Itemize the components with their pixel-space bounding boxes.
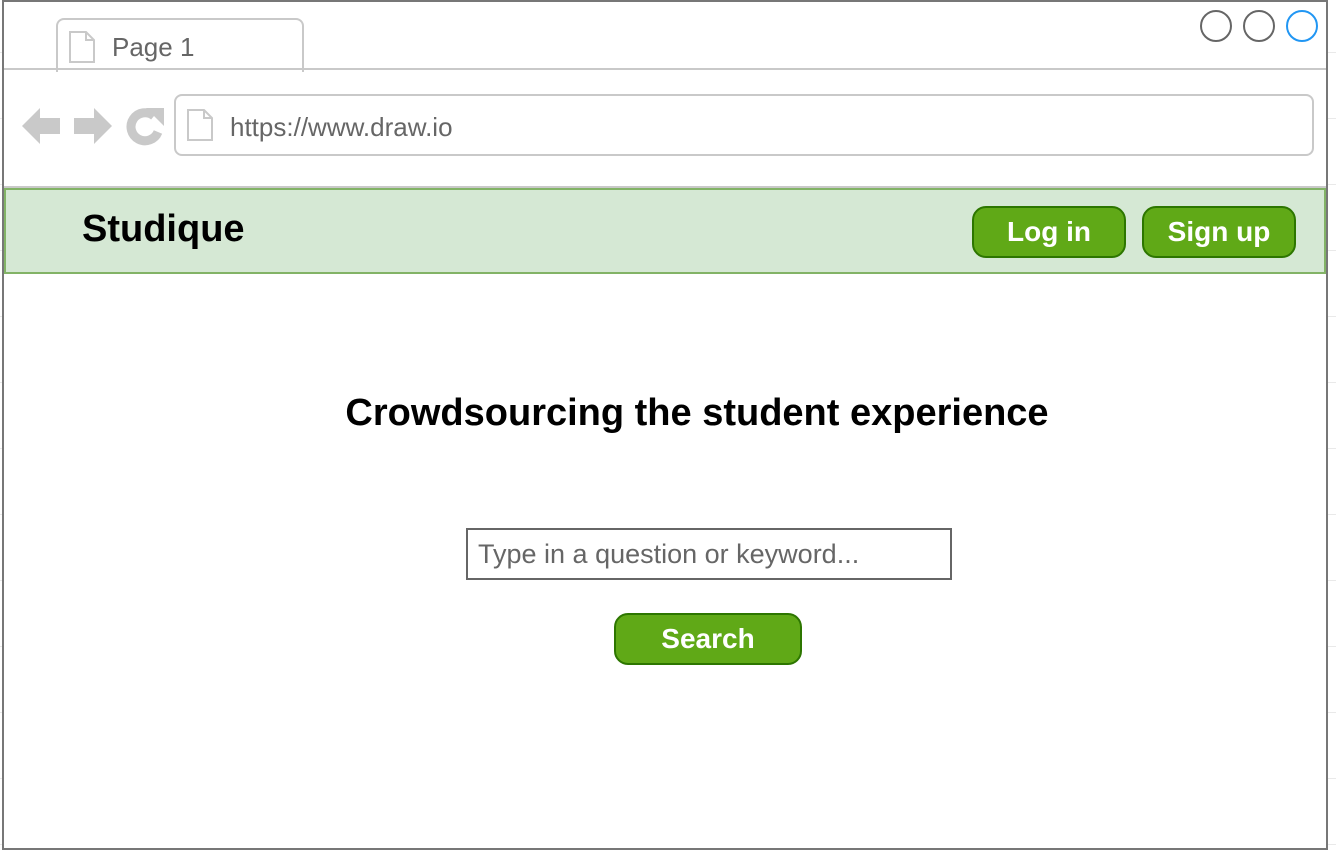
page-icon: [68, 30, 96, 69]
window-button-3[interactable]: [1286, 10, 1318, 42]
forward-arrow-icon[interactable]: [72, 104, 112, 153]
browser-window: Page 1 https://www.draw.io Studique Log …: [2, 0, 1328, 850]
window-button-2[interactable]: [1243, 10, 1275, 42]
page-headline: Crowdsourcing the student experience: [345, 392, 1049, 434]
address-bar[interactable]: https://www.draw.io: [174, 94, 1314, 156]
search-input[interactable]: [466, 528, 952, 580]
signup-button[interactable]: Sign up: [1142, 206, 1296, 258]
window-button-1[interactable]: [1200, 10, 1232, 42]
brand-name: Studique: [82, 208, 245, 250]
page-icon: [186, 108, 214, 147]
tab-page-1[interactable]: Page 1: [56, 18, 304, 72]
url-text: https://www.draw.io: [230, 112, 453, 142]
tab-label: Page 1: [112, 32, 195, 62]
app-header: Studique Log in Sign up: [4, 188, 1326, 274]
tabbar-divider: [4, 68, 1326, 70]
back-arrow-icon[interactable]: [22, 104, 62, 153]
search-button[interactable]: Search: [614, 613, 802, 665]
login-button[interactable]: Log in: [972, 206, 1126, 258]
refresh-icon[interactable]: [124, 104, 166, 153]
